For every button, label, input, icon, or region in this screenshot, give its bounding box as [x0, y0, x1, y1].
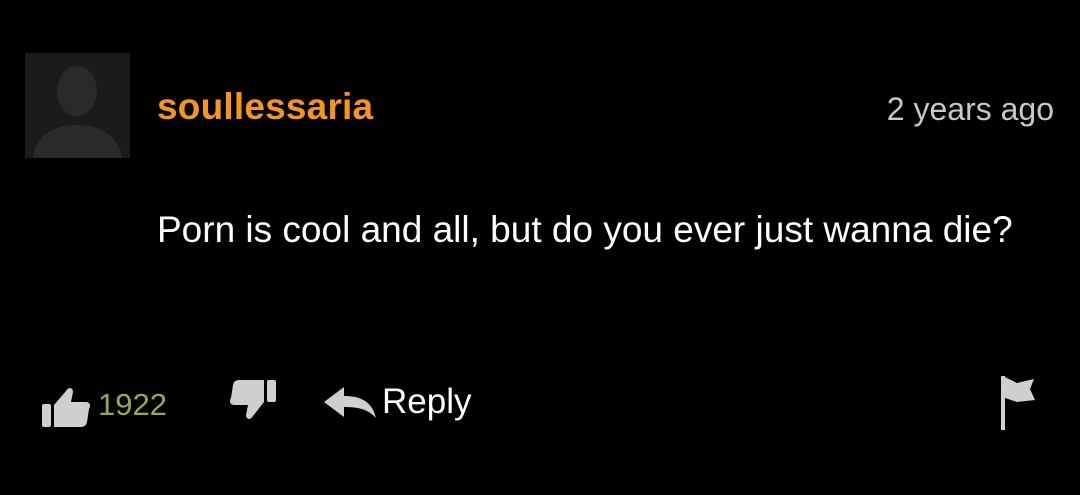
avatar[interactable] — [25, 53, 130, 158]
comment: soullessaria 2 years ago Porn is cool an… — [0, 0, 1080, 495]
like-count: 1922 — [98, 387, 167, 422]
reply-arrow-icon — [324, 387, 376, 418]
timestamp: 2 years ago — [886, 91, 1054, 127]
flag-icon[interactable] — [997, 374, 1037, 430]
comment-text: Porn is cool and all, but do you ever ju… — [157, 209, 1013, 250]
user-silhouette-icon — [33, 66, 122, 158]
reply-label: Reply — [382, 382, 472, 421]
thumb-down-icon[interactable] — [228, 378, 278, 424]
comment-actions: 1922 Reply — [0, 372, 1080, 432]
thumb-up-icon[interactable] — [40, 384, 92, 430]
username[interactable]: soullessaria — [157, 88, 373, 125]
